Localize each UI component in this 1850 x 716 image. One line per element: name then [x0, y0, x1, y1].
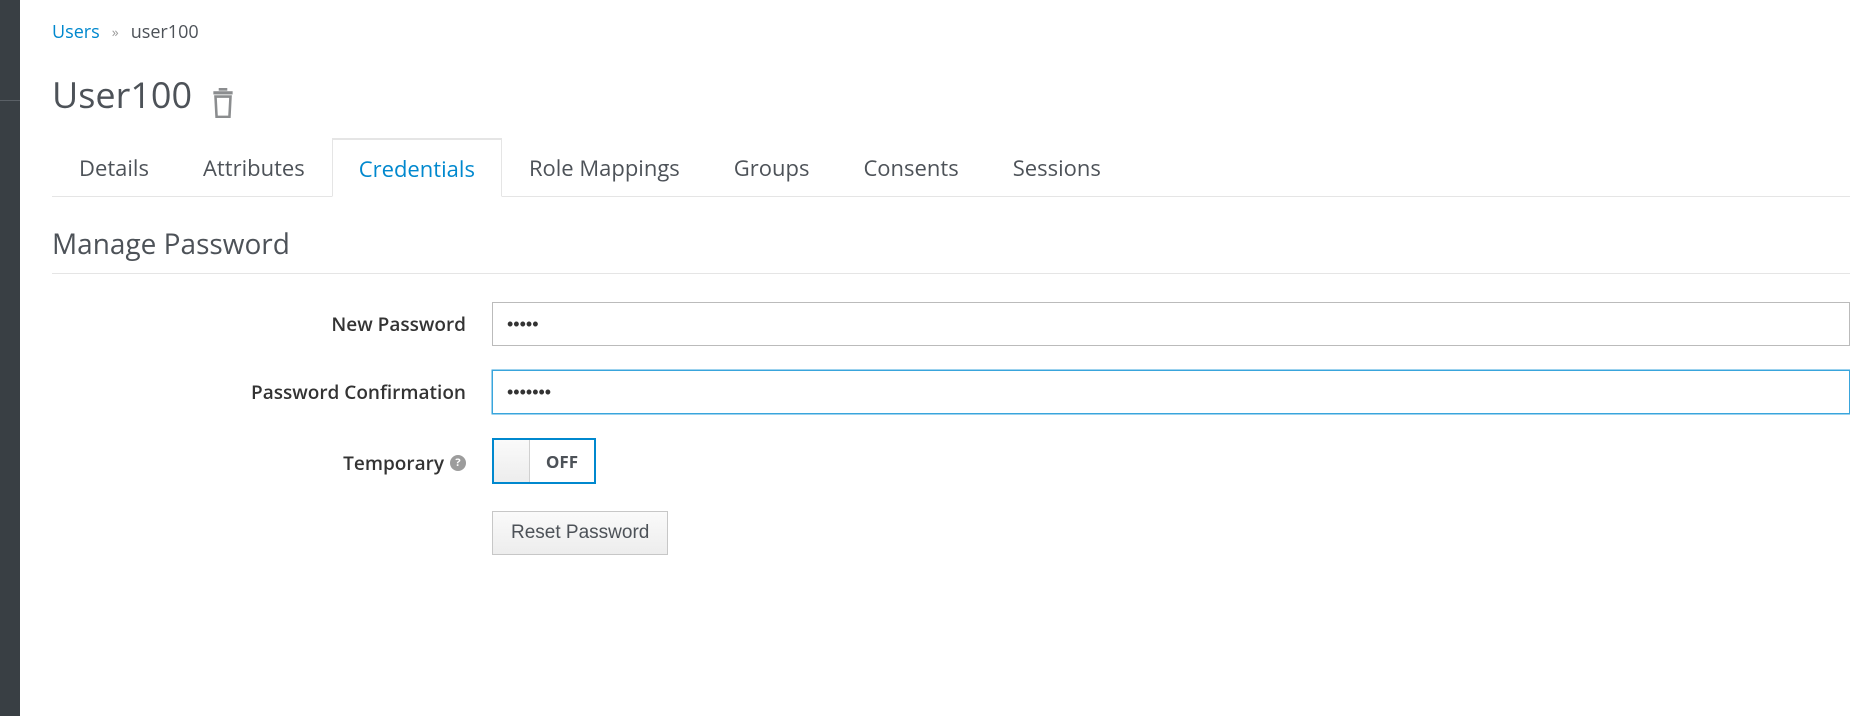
password-confirmation-label: Password Confirmation [52, 379, 492, 405]
breadcrumb: Users » user100 [52, 20, 1850, 44]
page-title: User100 [52, 70, 1850, 119]
row-new-password: New Password [52, 302, 1850, 346]
tab-details[interactable]: Details [52, 138, 176, 197]
trash-icon[interactable] [210, 80, 236, 110]
row-temporary: Temporary ? OFF [52, 438, 1850, 487]
new-password-input[interactable] [492, 302, 1850, 346]
tab-attributes[interactable]: Attributes [176, 138, 332, 197]
temporary-toggle[interactable]: OFF [492, 438, 596, 484]
main-content: Users » user100 User100 Details Attribut… [20, 0, 1850, 716]
sidebar-sliver [0, 0, 20, 716]
toggle-state-label: OFF [530, 440, 594, 482]
tabs: Details Attributes Credentials Role Mapp… [52, 137, 1850, 197]
page-title-text: User100 [52, 70, 192, 119]
breadcrumb-root-link[interactable]: Users [52, 20, 100, 44]
tab-sessions[interactable]: Sessions [986, 138, 1128, 197]
tab-groups[interactable]: Groups [707, 138, 837, 197]
row-password-confirmation: Password Confirmation [52, 370, 1850, 414]
tab-role-mappings[interactable]: Role Mappings [502, 138, 707, 197]
reset-password-button[interactable]: Reset Password [492, 511, 668, 555]
temporary-label: Temporary [343, 450, 444, 476]
breadcrumb-current: user100 [131, 20, 199, 44]
password-confirmation-input[interactable] [492, 370, 1850, 414]
help-icon[interactable]: ? [450, 455, 466, 471]
tab-consents[interactable]: Consents [836, 138, 985, 197]
toggle-knob [494, 440, 530, 482]
row-reset-button: Reset Password [52, 511, 1850, 555]
tab-credentials[interactable]: Credentials [332, 138, 502, 197]
new-password-label: New Password [52, 311, 492, 337]
breadcrumb-separator-icon: » [112, 23, 119, 42]
section-title: Manage Password [52, 225, 1850, 274]
